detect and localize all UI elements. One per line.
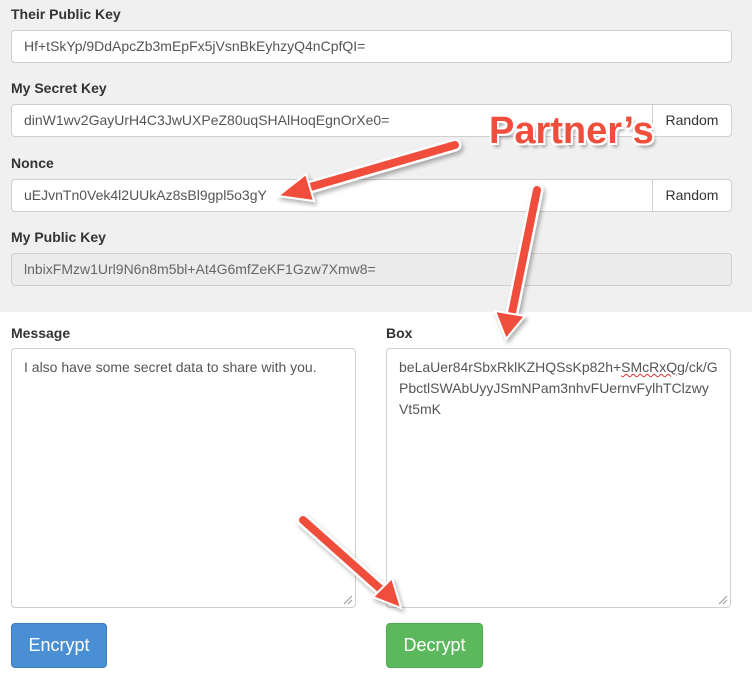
nonce-random-button[interactable]: Random: [652, 179, 732, 212]
nonce-label: Nonce: [11, 155, 54, 171]
partners-annotation: Partner’s: [489, 110, 654, 152]
resize-grip-icon[interactable]: [716, 593, 728, 605]
box-textarea[interactable]: beLaUer84rSbxRklKZHQSsKp82h+SMcRxQg/ck/G…: [386, 348, 731, 608]
message-textarea[interactable]: I also have some secret data to share wi…: [11, 348, 356, 608]
my-public-key-field: lnbixFMzw1Url9N6n8m5bl+At4G6mfZeKF1Gzw7X…: [11, 253, 732, 286]
box-arrowhead: [493, 309, 527, 341]
their-public-key-input[interactable]: Hf+tSkYp/9DdApcZb3mEpFx5jVsnBkEyhzyQ4nCp…: [11, 30, 732, 63]
their-public-key-label: Their Public Key: [11, 6, 121, 22]
message-text: I also have some secret data to share wi…: [24, 359, 317, 375]
message-label: Message: [11, 325, 71, 341]
encrypt-button[interactable]: Encrypt: [11, 623, 107, 668]
nonce-input[interactable]: uEJvnTn0Vek4l2UUkAz8sBl9gpl5o3gY: [11, 179, 653, 212]
box-text-prefix: beLaUer84rSbxRklKZHQSsKp82h+: [399, 359, 622, 375]
decrypt-button[interactable]: Decrypt: [386, 623, 483, 668]
my-secret-key-label: My Secret Key: [11, 80, 107, 96]
box-text-misspelled: SMcRxQg: [621, 359, 685, 375]
my-public-key-label: My Public Key: [11, 229, 106, 245]
resize-grip-icon[interactable]: [341, 593, 353, 605]
nonce-group: uEJvnTn0Vek4l2UUkAz8sBl9gpl5o3gY Random: [11, 179, 732, 212]
secret-key-random-button[interactable]: Random: [652, 104, 732, 137]
box-label: Box: [386, 325, 413, 341]
